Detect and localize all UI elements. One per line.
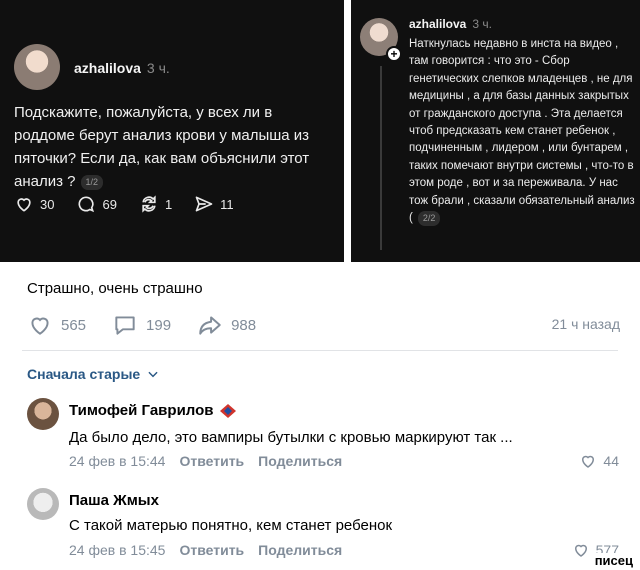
comment-stat[interactable]: 69 (76, 194, 117, 214)
avatar[interactable] (27, 488, 59, 520)
divider (22, 350, 618, 351)
post-body: Наткнулась недавно в инста на видео , та… (409, 36, 635, 227)
watermark: писец (591, 553, 636, 568)
comments-sort-dropdown[interactable]: Сначала старые (27, 366, 160, 382)
author-name[interactable]: Тимофей Гаврилов (69, 402, 214, 419)
comment-item: Паша Жмых С такой матерью понятно, кем с… (27, 488, 625, 564)
author-name[interactable]: Паша Жмых (69, 492, 159, 509)
comment-like-count: 44 (603, 453, 619, 469)
share-count: 11 (220, 196, 234, 212)
send-icon (195, 196, 213, 212)
comment-meta: 24 фев в 15:44 Ответить Поделиться (69, 453, 342, 469)
share-count: 988 (231, 316, 257, 334)
share-stat[interactable]: 11 (194, 194, 234, 214)
post-timestamp[interactable]: 21 ч назад (552, 316, 620, 332)
avatar[interactable] (14, 44, 60, 90)
comment-author[interactable]: Паша Жмых (69, 492, 159, 509)
post-username[interactable]: azhalilova 3 ч. (74, 60, 170, 76)
post-username[interactable]: azhalilova 3 ч. (409, 17, 492, 31)
heart-icon (17, 198, 31, 212)
comment-count: 199 (146, 316, 172, 334)
comment-count: 69 (102, 196, 117, 212)
comment-text: Да было дело, это вампиры бутылки с кров… (69, 429, 513, 446)
sort-label: Сначала старые (27, 366, 141, 382)
avatar[interactable] (27, 398, 59, 430)
repost-count: 1 (164, 196, 173, 212)
comment-text: С такой матерью понятно, кем станет ребе… (69, 517, 393, 534)
post-actions: 565 199 988 (27, 312, 256, 338)
share-link[interactable]: Поделиться (258, 453, 342, 469)
screenshot-gap (344, 0, 351, 262)
reply-link[interactable]: Ответить (179, 453, 244, 469)
post-stats: 30 69 1 11 (14, 194, 234, 214)
like-count: 30 (40, 196, 55, 212)
repost-stat[interactable]: 1 (139, 194, 172, 214)
username-text[interactable]: azhalilova (409, 17, 466, 31)
share-button[interactable]: 988 (197, 312, 256, 338)
heart-icon (574, 544, 587, 557)
like-stat[interactable]: 30 (14, 194, 54, 214)
post-text: Подскажите, пожалуйста, у всех ли в родд… (14, 104, 310, 190)
page-indicator: 1/2 (80, 174, 104, 190)
comment-date[interactable]: 24 фев в 15:44 (69, 453, 165, 469)
comment-meta: 24 фев в 15:45 Ответить Поделиться (69, 542, 342, 558)
emblem-icon (219, 403, 236, 418)
comment-date[interactable]: 24 фев в 15:45 (69, 542, 165, 558)
post-text: Наткнулась недавно в инста на видео , та… (409, 38, 635, 225)
comment-like-button[interactable]: 44 (579, 452, 619, 470)
post-caption: Страшно, очень страшно (27, 280, 203, 297)
heart-icon (582, 455, 595, 468)
thread-line (380, 66, 382, 250)
page-indicator: 2/2 (417, 210, 441, 226)
comment-button[interactable]: 199 (112, 312, 171, 338)
comment-icon (115, 316, 135, 335)
comment-item: Тимофей Гаврилов Да было дело, это вампи… (27, 398, 625, 474)
username-text[interactable]: azhalilova (74, 60, 141, 76)
chevron-down-icon (148, 371, 158, 378)
comment-icon (78, 196, 95, 213)
share-link[interactable]: Поделиться (258, 542, 342, 558)
post-body: Подскажите, пожалуйста, у всех ли в родд… (14, 101, 336, 193)
share-arrow-icon (199, 316, 221, 335)
reply-link[interactable]: Ответить (179, 542, 244, 558)
follow-plus-icon[interactable]: + (386, 46, 402, 62)
like-button[interactable]: 565 (27, 312, 86, 338)
comment-author[interactable]: Тимофей Гаврилов (69, 402, 236, 419)
post-time: 3 ч. (146, 60, 170, 76)
like-count: 565 (61, 316, 87, 334)
repost-icon (142, 195, 156, 213)
heart-icon (31, 317, 49, 335)
post-time: 3 ч. (472, 17, 492, 31)
